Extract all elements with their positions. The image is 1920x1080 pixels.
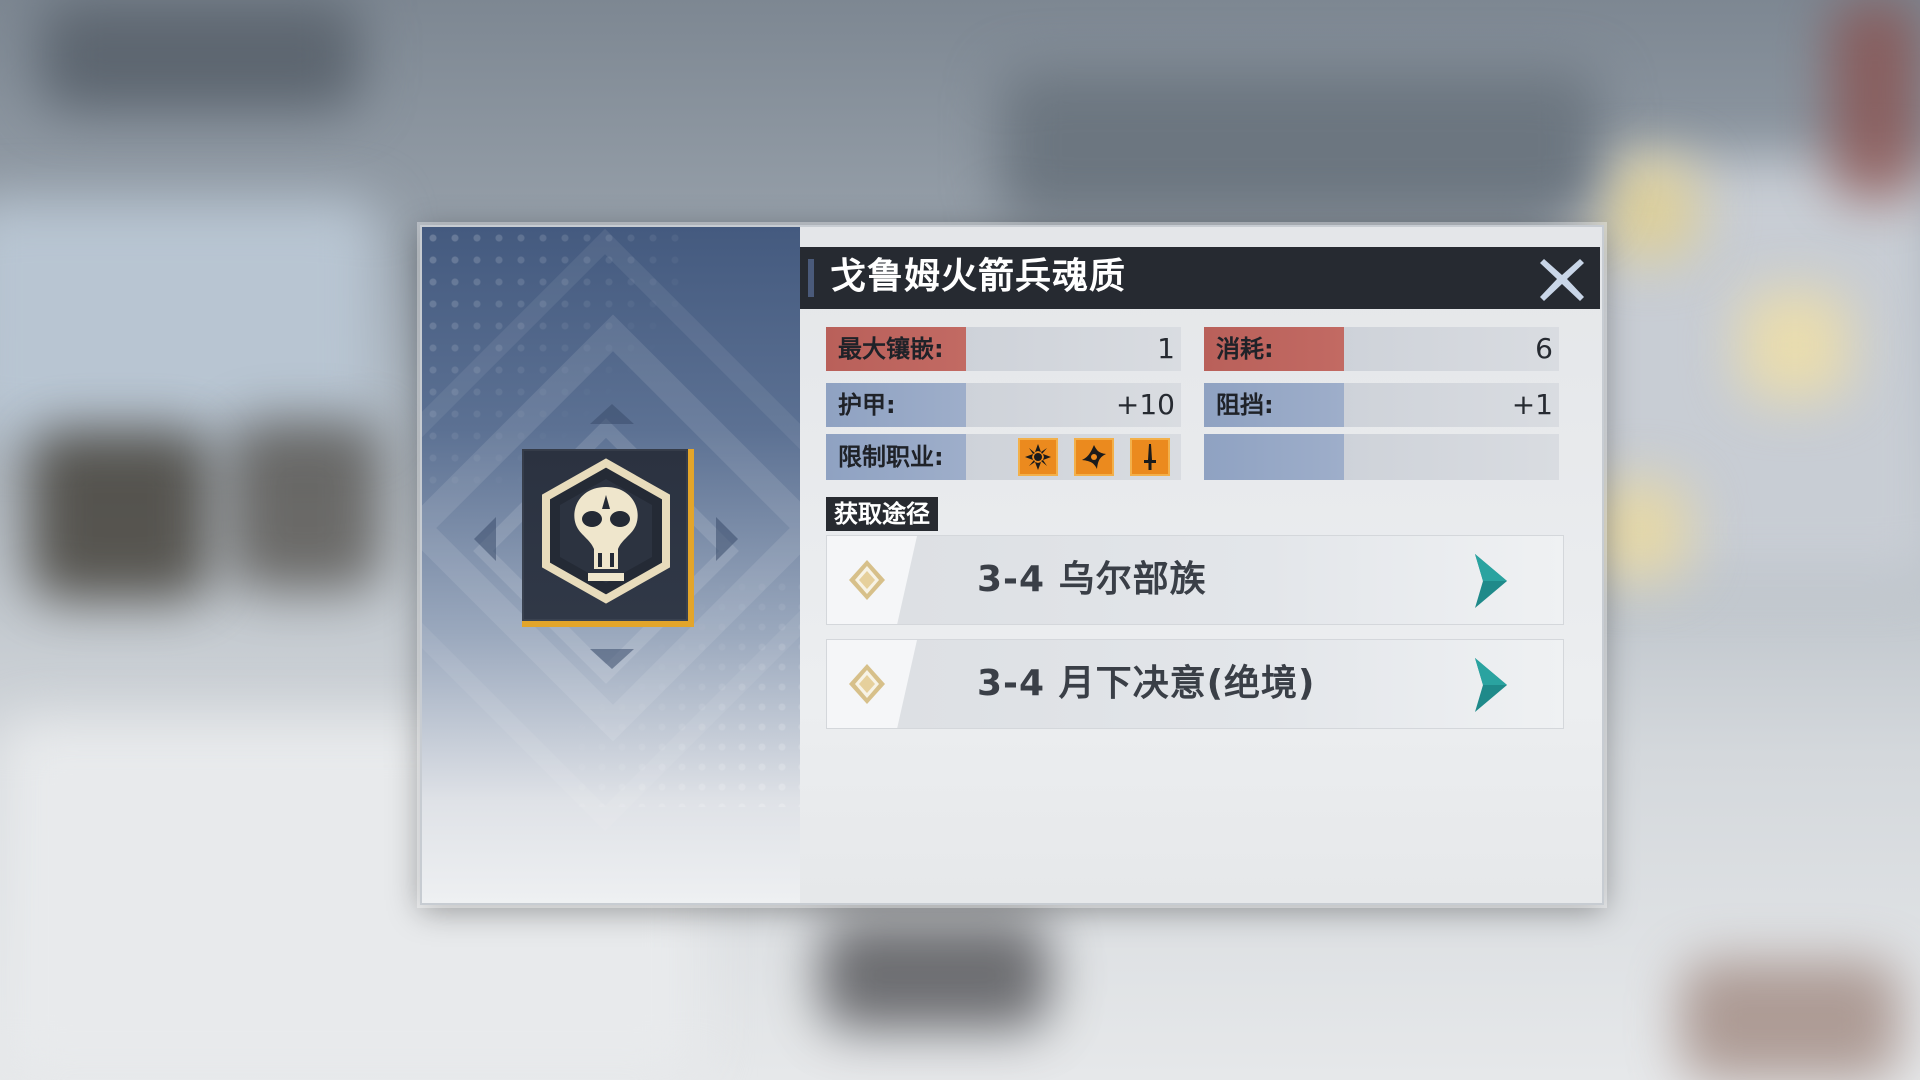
item-icon <box>522 449 694 627</box>
diamond-gem-icon <box>849 560 885 600</box>
go-arrow-icon <box>1475 658 1507 712</box>
title-bar: 戈鲁姆火箭兵魂质 <box>800 247 1600 309</box>
stat-value: 6 <box>1535 332 1553 365</box>
source-route-item[interactable]: 3-4 乌尔部族 <box>826 535 1564 625</box>
skull-emblem-icon <box>542 458 670 604</box>
class-icon-list <box>1018 438 1170 476</box>
stat-label: 护甲: <box>826 383 966 427</box>
item-name: 戈鲁姆火箭兵魂质 <box>830 256 1127 297</box>
sword-class-icon <box>1130 438 1170 476</box>
title-accent <box>808 259 814 297</box>
route-label: 3-4 月下决意(绝境) <box>977 663 1316 704</box>
go-arrow-icon <box>1475 554 1507 608</box>
stat-value: 1 <box>1157 332 1175 365</box>
stat-label: 最大镶嵌: <box>826 327 966 371</box>
item-detail-dialog: 戈鲁姆火箭兵魂质 最大镶嵌: 1 消耗: 6 护甲: +10 阻挡: +1 限制… <box>420 225 1604 905</box>
item-info-panel: 戈鲁姆火箭兵魂质 最大镶嵌: 1 消耗: 6 护甲: +10 阻挡: +1 限制… <box>800 227 1602 903</box>
stat-value: +10 <box>1115 388 1175 421</box>
shuriken-class-icon <box>1074 438 1114 476</box>
flower-class-icon <box>1018 438 1058 476</box>
stat-label: 阻挡: <box>1204 383 1344 427</box>
stat-label: 消耗: <box>1204 327 1344 371</box>
stat-class-limit: 限制职业: <box>826 434 1181 480</box>
stat-label-empty <box>1204 434 1344 480</box>
down-arrow-icon <box>590 649 634 669</box>
stat-max-inlay: 最大镶嵌: 1 <box>826 327 1181 371</box>
left-arrow-icon <box>474 517 496 561</box>
source-route-item[interactable]: 3-4 月下决意(绝境) <box>826 639 1564 729</box>
item-showcase-panel <box>422 227 800 903</box>
up-arrow-icon <box>590 404 634 424</box>
stat-empty-slot <box>1204 434 1559 480</box>
right-arrow-icon <box>716 517 738 561</box>
source-tag: 获取途径 <box>826 497 938 531</box>
route-label: 3-4 乌尔部族 <box>977 559 1207 600</box>
diamond-gem-icon <box>849 664 885 704</box>
stat-label: 限制职业: <box>826 434 966 480</box>
close-icon <box>1540 259 1584 301</box>
stat-block: 阻挡: +1 <box>1204 383 1559 427</box>
close-button[interactable] <box>1536 253 1588 305</box>
stat-value: +1 <box>1511 388 1553 421</box>
stat-armor: 护甲: +10 <box>826 383 1181 427</box>
stat-cost: 消耗: 6 <box>1204 327 1559 371</box>
